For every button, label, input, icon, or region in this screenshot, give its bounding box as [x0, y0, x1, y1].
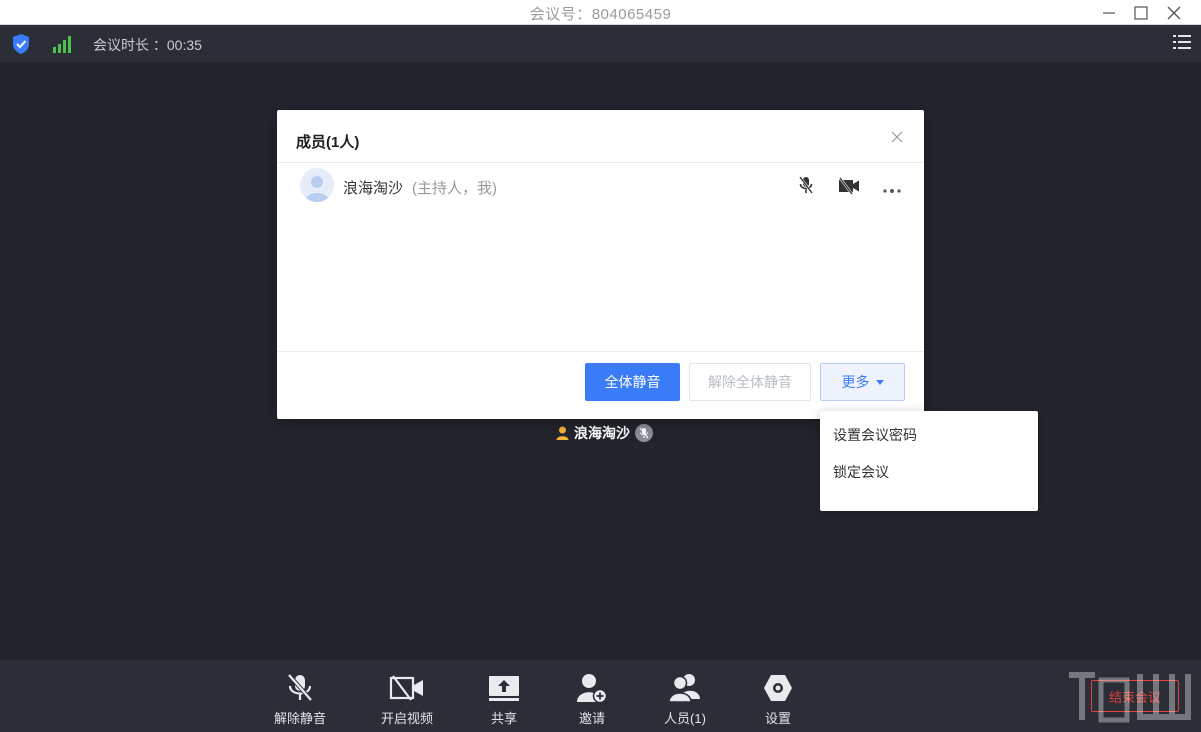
maximize-icon: [1134, 6, 1148, 20]
unmute-all-button[interactable]: 解除全体静音: [689, 363, 811, 401]
member-mic-icon[interactable]: [798, 176, 814, 201]
invite-label: 邀请: [578, 711, 605, 726]
share-button[interactable]: 共享: [464, 672, 544, 727]
mic-off-icon: [286, 672, 314, 704]
unmute-button[interactable]: 解除静音: [260, 672, 340, 727]
title-bar: 会议号：804065459: [0, 0, 1201, 25]
more-menu: 设置会议密码 锁定会议: [820, 411, 1038, 511]
avatar: [300, 168, 334, 202]
list-view-icon[interactable]: [1172, 33, 1192, 56]
dialog-header: 成员(1人): [277, 110, 924, 163]
more-button[interactable]: 更多: [820, 363, 905, 401]
close-window-button[interactable]: [1164, 3, 1184, 23]
camera-off-icon: [389, 672, 425, 704]
info-bar: 会议时长 ：00:35: [0, 25, 1201, 62]
dialog-footer: 全体静音 解除全体静音 更多: [277, 351, 924, 419]
member-name: 浪海淘沙: [343, 180, 404, 197]
mic-muted-icon: [635, 424, 653, 442]
watermark-logo: [1069, 672, 1191, 723]
mute-all-button[interactable]: 全体静音: [585, 363, 680, 401]
users-icon: [668, 672, 702, 704]
unmute-label: 解除静音: [273, 711, 326, 726]
close-icon: [891, 131, 903, 143]
members-button[interactable]: 人员(1): [645, 672, 725, 727]
user-icon: [556, 426, 569, 440]
dialog-close-button[interactable]: [890, 130, 904, 144]
member-more-icon[interactable]: [883, 181, 901, 199]
member-role: (主持人，我): [412, 180, 497, 197]
start-video-label: 开启视频: [380, 711, 433, 726]
window-title: 会议号：804065459: [529, 6, 672, 23]
share-label: 共享: [490, 711, 517, 726]
dialog-title: 成员(1人): [296, 134, 360, 151]
bottom-toolbar: 解除静音 开启视频 共享 邀请 人员(1) 设置 结束会议: [0, 660, 1201, 732]
settings-label: 设置: [764, 711, 791, 726]
start-video-button[interactable]: 开启视频: [367, 672, 447, 727]
menu-item-lock-meeting[interactable]: 锁定会议: [833, 462, 889, 482]
security-shield-icon[interactable]: [11, 33, 31, 60]
minimize-icon: [1103, 12, 1115, 14]
member-camera-icon[interactable]: [838, 176, 860, 201]
member-row[interactable]: 浪海淘沙 (主持人，我): [277, 163, 924, 209]
members-label: 人员(1): [664, 711, 706, 726]
invite-button[interactable]: 邀请: [552, 672, 632, 727]
settings-button[interactable]: 设置: [738, 672, 818, 727]
more-button-label: 更多: [841, 374, 870, 390]
meeting-duration: 会议时长 ：00:35: [93, 37, 202, 53]
signal-strength-icon[interactable]: [52, 34, 74, 59]
speaker-name: 浪海淘沙: [574, 425, 630, 441]
speaker-label: 浪海淘沙: [556, 423, 653, 443]
share-screen-icon: [488, 672, 520, 704]
maximize-button[interactable]: [1131, 3, 1151, 23]
caret-down-icon: [875, 379, 884, 385]
gear-icon: [762, 672, 794, 704]
minimize-button[interactable]: [1099, 3, 1119, 23]
members-dialog: 成员(1人) 浪海淘沙 (主持人，我) 全体静音 解除全体静音 更多: [277, 110, 924, 419]
menu-item-set-password[interactable]: 设置会议密码: [833, 425, 917, 445]
add-user-icon: [576, 672, 608, 704]
close-icon: [1167, 6, 1181, 20]
